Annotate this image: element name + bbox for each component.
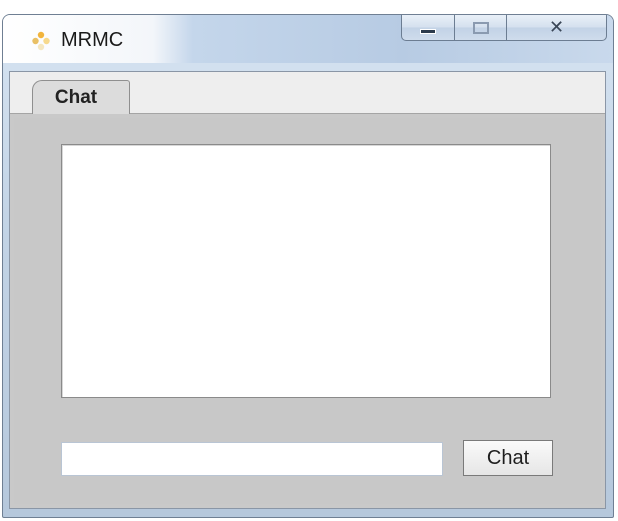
message-input[interactable]: [61, 442, 443, 476]
minimize-icon: [420, 29, 436, 34]
maximize-icon: [472, 21, 489, 34]
chat-panel: Chat: [14, 118, 601, 504]
app-window: MRMC ✕ Chat Chat: [2, 14, 614, 518]
maximize-button[interactable]: [455, 15, 507, 41]
caption-buttons: ✕: [401, 15, 607, 41]
close-button[interactable]: ✕: [507, 15, 607, 41]
tab-chat-label: Chat: [54, 86, 98, 108]
window-title: MRMC: [61, 29, 124, 51]
tab-chat[interactable]: Chat: [32, 80, 130, 114]
title-bar[interactable]: MRMC ✕: [3, 15, 613, 63]
app-logo-icon: [31, 31, 51, 51]
tab-strip: Chat: [10, 72, 605, 114]
chat-send-button[interactable]: Chat: [463, 440, 553, 476]
window-client-area: Chat Chat: [9, 71, 606, 509]
close-icon: ✕: [548, 16, 565, 38]
chat-log-area[interactable]: [61, 144, 551, 398]
minimize-button[interactable]: [401, 15, 455, 41]
